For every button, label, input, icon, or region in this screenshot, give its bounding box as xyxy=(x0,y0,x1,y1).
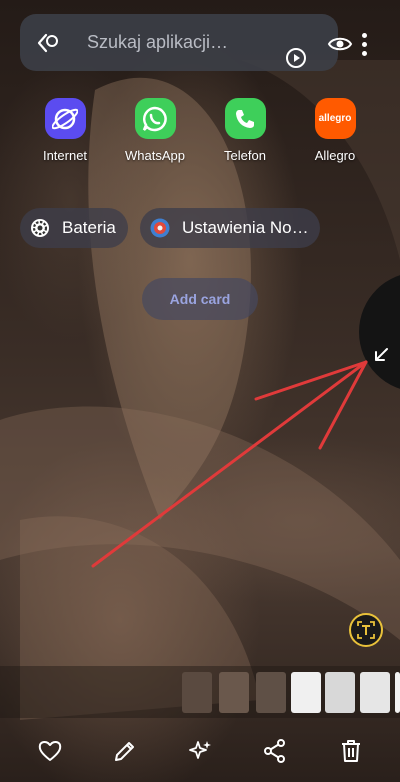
more-options-icon[interactable] xyxy=(358,33,370,57)
thumbnail[interactable] xyxy=(291,672,321,713)
app-internet[interactable]: Internet xyxy=(30,98,100,163)
back-search-icon[interactable] xyxy=(36,32,62,54)
notification-settings-icon xyxy=(150,218,170,238)
shortcut-label: Ustawienia No… xyxy=(182,218,309,237)
heart-icon[interactable] xyxy=(37,738,63,764)
search-input[interactable]: Szukaj aplikacji… xyxy=(87,32,228,53)
add-card-button[interactable]: Add card xyxy=(142,278,258,320)
internet-icon xyxy=(44,98,86,139)
play-icon[interactable] xyxy=(284,46,308,70)
allegro-icon: allegro xyxy=(314,98,356,139)
app-telefon[interactable]: Telefon xyxy=(210,98,280,163)
whatsapp-icon xyxy=(134,98,176,139)
app-allegro[interactable]: allegro Allegro xyxy=(300,98,370,163)
app-label: WhatsApp xyxy=(125,148,185,163)
thumbnail[interactable] xyxy=(219,672,249,713)
search-bar[interactable]: Szukaj aplikacji… xyxy=(20,14,367,71)
text-recognition-button[interactable] xyxy=(349,613,383,647)
trash-icon[interactable] xyxy=(338,738,364,764)
app-whatsapp[interactable]: WhatsApp xyxy=(120,98,190,163)
phone-icon xyxy=(224,98,266,139)
text-scan-icon xyxy=(357,621,375,639)
shortcut-ustawienia[interactable]: Ustawienia No… xyxy=(140,208,320,248)
app-label: Telefon xyxy=(224,148,266,163)
thumbnail[interactable] xyxy=(395,672,400,713)
allegro-logo-text: allegro xyxy=(318,113,352,124)
app-label: Internet xyxy=(42,148,88,163)
battery-settings-icon xyxy=(31,219,49,237)
shortcut-label: Bateria xyxy=(62,218,116,237)
thumbnail[interactable] xyxy=(325,672,355,713)
thumbnail[interactable] xyxy=(256,672,286,713)
collapse-arrow-icon[interactable] xyxy=(372,346,390,364)
share-icon[interactable] xyxy=(262,738,288,764)
pencil-icon[interactable] xyxy=(112,738,138,764)
eye-icon[interactable] xyxy=(327,34,353,54)
shortcut-bateria[interactable]: Bateria xyxy=(20,208,128,248)
app-label: Allegro xyxy=(314,148,356,163)
thumbnail[interactable] xyxy=(182,672,212,713)
sparkle-icon[interactable] xyxy=(187,738,213,764)
thumbnail[interactable] xyxy=(360,672,390,713)
